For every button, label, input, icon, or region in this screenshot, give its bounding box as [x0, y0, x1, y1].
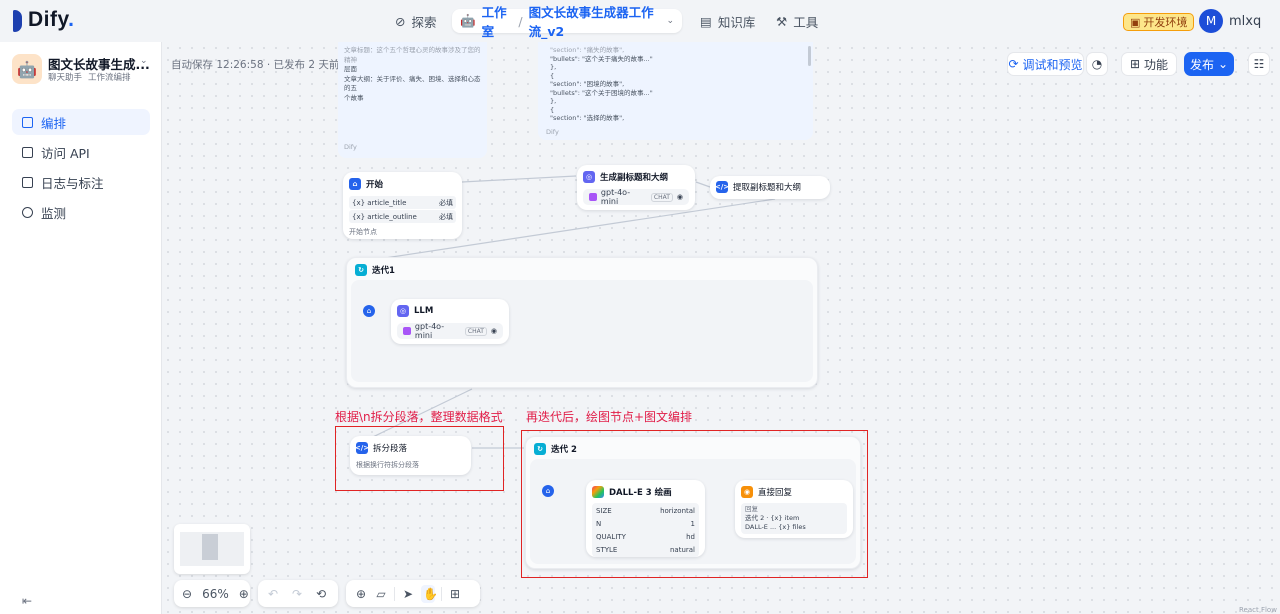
- start-var-row: {x} article_title 必填: [349, 196, 456, 209]
- eye-icon: ◉: [676, 193, 683, 201]
- llm-icon: ◎: [583, 171, 595, 183]
- model-icon: [589, 193, 597, 201]
- llm-node[interactable]: ◎ LLM gpt-4o-mini CHAT ◉: [391, 299, 509, 344]
- loop-icon: ↻: [355, 264, 367, 276]
- llm-icon: ◎: [397, 305, 409, 317]
- redo-icon[interactable]: ↷: [290, 587, 304, 601]
- param-row: QUALITY hd: [596, 532, 695, 541]
- undo-icon[interactable]: ↶: [266, 587, 280, 601]
- scrollbar[interactable]: [808, 46, 811, 66]
- gen-outline-node[interactable]: ◎ 生成副标题和大纲 gpt-4o-mini CHAT ◉: [577, 165, 695, 210]
- iteration-2-node[interactable]: ↻ 迭代 2 ⌂ DALL-E 3 绘画 SIZE horizontal N1 QU…: [525, 436, 861, 569]
- home-icon: ⌂: [349, 178, 361, 190]
- param-row: N1: [596, 519, 695, 528]
- hand-icon[interactable]: ✋: [421, 584, 438, 603]
- param-row: SIZE horizontal: [596, 506, 695, 515]
- code-icon: </>: [354, 442, 370, 454]
- zoom-out-icon[interactable]: ⊖: [182, 587, 192, 601]
- add-note-icon[interactable]: ▱: [374, 587, 388, 601]
- history-controls: ↶ ↷ ⟲: [258, 580, 338, 607]
- add-node-icon[interactable]: ⊕: [354, 587, 368, 601]
- zoom-in-icon[interactable]: ⊕: [239, 587, 249, 601]
- json-note-card[interactable]: "section": "痛失的故事", "bullets": "这个关于痛失的故…: [538, 42, 813, 140]
- iteration-start-icon: ⌂: [542, 485, 554, 497]
- start-var-row: {x} article_outline 必填: [349, 210, 456, 223]
- extract-outline-node[interactable]: </> 提取副标题和大纲: [710, 176, 830, 199]
- start-node[interactable]: ⌂ 开始 {x} article_title 必填 {x} article_outl…: [343, 172, 462, 239]
- eye-icon: ◉: [490, 327, 497, 335]
- iteration-start-icon: ⌂: [363, 305, 375, 317]
- react-flow-attribution[interactable]: React Flow: [1239, 606, 1277, 614]
- iteration-1-node[interactable]: ↻ 迭代1 ⌂ ◎ LLM gpt-4o-mini CHAT ◉: [346, 257, 818, 388]
- annotation-right: 再迭代后，绘图节点+图文编排: [526, 410, 693, 424]
- history-icon[interactable]: ⟲: [314, 587, 328, 601]
- split-paragraph-node[interactable]: </> 拆分段落 根据换行符拆分段落: [350, 436, 471, 475]
- dalle-icon: [592, 486, 604, 498]
- zoom-value[interactable]: 66%: [202, 587, 229, 601]
- zoom-control[interactable]: ⊖ 66% ⊕: [174, 580, 250, 607]
- code-icon: </>: [714, 181, 730, 193]
- direct-reply-node[interactable]: ◉ 直接回复 回复 迭代 2 · {x} item DALL-E ... {x} …: [735, 480, 853, 538]
- note-card[interactable]: 文章标题：这个五个哲理心灵的故事涉及了您的精神 层面 文章大纲：关于评价、痛失、…: [338, 42, 487, 158]
- param-row: STYLE natural: [596, 545, 695, 554]
- reply-icon: ◉: [741, 486, 753, 498]
- model-icon: [403, 327, 411, 335]
- minimap[interactable]: [174, 524, 250, 574]
- annotation-left: 根据\n拆分段落，整理数据格式: [335, 410, 503, 424]
- canvas-tools: ⊕ ▱ ➤ ✋ ⊞: [346, 580, 480, 607]
- organize-icon[interactable]: ⊞: [448, 587, 462, 601]
- dalle-node[interactable]: DALL-E 3 绘画 SIZE horizontal N1 QUALITY hd …: [586, 480, 705, 557]
- pointer-icon[interactable]: ➤: [401, 587, 415, 601]
- loop-icon: ↻: [534, 443, 546, 455]
